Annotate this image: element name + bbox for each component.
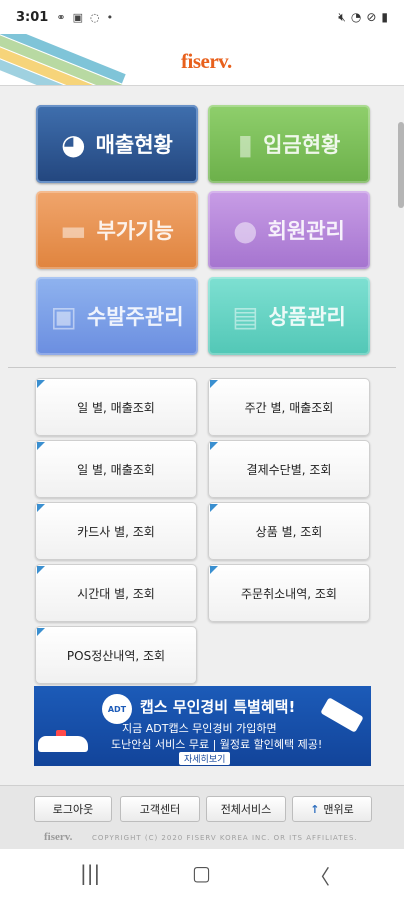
tile-member-management[interactable]: ● 회원관리: [208, 191, 370, 269]
tile-order-management[interactable]: ▣ 수발주관리: [36, 277, 198, 355]
logout-label: 로그아웃: [52, 803, 94, 816]
dot-icon: •: [106, 10, 114, 24]
corner-marker-icon: [37, 566, 45, 574]
logout-button[interactable]: 로그아웃: [34, 796, 112, 822]
tile-label: 상품관리: [268, 305, 346, 329]
card-company-button[interactable]: 카드사 별, 조회: [35, 502, 197, 560]
tile-label: 회원관리: [267, 219, 345, 243]
back-icon[interactable]: 〈: [310, 861, 330, 890]
tile-label: 매출현황: [95, 133, 173, 157]
arrow-up-icon: ↑: [310, 802, 320, 816]
corner-marker-icon: [37, 504, 45, 512]
corner-marker-icon: [210, 504, 218, 512]
box-icon: ▣: [50, 299, 77, 333]
status-bar: 3:01 ⚭ ▣ ◌ • 🔇︎ ◔ ⊘ ▮: [0, 0, 404, 34]
corner-marker-icon: [210, 380, 218, 388]
tile-label: 부가기능: [96, 219, 174, 243]
button-label: 일 별, 매출조회: [77, 462, 155, 477]
tile-label: 수발주관리: [86, 305, 184, 329]
status-time: 3:01: [16, 9, 49, 25]
ad-text-2: 도난안심 서비스 무료 | 월정료 할인혜택 제공!: [111, 738, 323, 751]
corner-marker-icon: [210, 566, 218, 574]
order-cancel-button[interactable]: 주문취소내역, 조회: [208, 564, 370, 622]
person-icon: ●: [233, 213, 258, 247]
all-services-label: 전체서비스: [220, 803, 272, 816]
tile-sales-status[interactable]: ◕ 매출현황: [36, 105, 198, 183]
tile-product-management[interactable]: ▤ 상품관리: [208, 277, 370, 355]
button-label: 일 별, 매출조회: [77, 400, 155, 415]
button-label: 주간 별, 매출조회: [244, 400, 334, 415]
mute-icon: 🔇︎: [338, 9, 346, 24]
daily-sales-button-2[interactable]: 일 별, 매출조회: [35, 440, 197, 498]
corner-marker-icon: [210, 442, 218, 450]
button-label: 상품 별, 조회: [255, 524, 323, 539]
button-label: 카드사 별, 조회: [77, 524, 155, 539]
sync-icon: ◌: [89, 10, 100, 24]
ad-headline: 캡스 무인경비 특별혜택!: [140, 698, 296, 716]
corner-marker-icon: [37, 628, 45, 636]
system-nav-bar: ||| ▢ 〈: [0, 849, 404, 900]
customer-center-label: 고객센터: [139, 803, 181, 816]
document-icon: ▤: [232, 299, 259, 333]
footer-logo: fiserv.: [44, 831, 73, 843]
recent-apps-icon[interactable]: |||: [80, 861, 100, 885]
ad-banner[interactable]: ADT 캡스 무인경비 특별혜택! 지금 ADT캡스 무인경비 가입하면 도난안…: [34, 686, 371, 766]
tile-extra-functions[interactable]: ▬ 부가기능: [36, 191, 198, 269]
dnd-icon: ⊘: [366, 9, 377, 24]
corner-marker-icon: [37, 442, 45, 450]
button-label: 주문취소내역, 조회: [241, 586, 337, 601]
section-divider: [8, 367, 396, 368]
siren-icon: [56, 730, 66, 736]
button-label: POS정산내역, 조회: [66, 648, 166, 663]
corner-marker-icon: [37, 380, 45, 388]
button-label: 결제수단별, 조회: [246, 462, 332, 477]
all-services-button[interactable]: 전체서비스: [206, 796, 286, 822]
tile-label: 입금현황: [263, 133, 341, 157]
button-label: 시간대 별, 조회: [77, 586, 155, 601]
folder-icon: ▬: [60, 213, 87, 247]
time-slot-button[interactable]: 시간대 별, 조회: [35, 564, 197, 622]
copyright-text: COPYRIGHT (C) 2020 FISERV KOREA INC. OR …: [92, 834, 358, 842]
cctv-camera-icon: [320, 697, 364, 733]
scroll-top-button[interactable]: ↑ 맨위로: [292, 796, 372, 822]
customer-center-button[interactable]: 고객센터: [120, 796, 200, 822]
wifi-icon: ◔: [350, 9, 362, 24]
payment-method-button[interactable]: 결제수단별, 조회: [208, 440, 370, 498]
product-button[interactable]: 상품 별, 조회: [208, 502, 370, 560]
footer: 로그아웃 고객센터 전체서비스 ↑ 맨위로 fiserv. COPYRIGHT …: [0, 785, 404, 849]
tile-deposit-status[interactable]: ▮ 입금현황: [208, 105, 370, 183]
app-header: fiserv.: [0, 34, 404, 86]
home-icon[interactable]: ▢: [192, 861, 211, 885]
scroll-top-label: 맨위로: [323, 803, 354, 816]
patrol-car-icon: [38, 736, 88, 752]
battery-icon: ▮: [381, 9, 388, 24]
ad-more-button[interactable]: 자세히보기: [179, 752, 231, 765]
bar-chart-icon: ▮: [237, 127, 254, 161]
fiserv-logo[interactable]: fiserv.: [181, 49, 232, 74]
daily-sales-button[interactable]: 일 별, 매출조회: [35, 378, 197, 436]
voicemail-icon: ⚭: [56, 10, 66, 24]
scrollbar-thumb[interactable]: [398, 122, 404, 208]
ad-text-1: 지금 ADT캡스 무인경비 가입하면: [122, 722, 277, 735]
weekly-sales-button[interactable]: 주간 별, 매출조회: [208, 378, 370, 436]
pie-chart-icon: ◕: [61, 127, 86, 161]
pos-settlement-button[interactable]: POS정산내역, 조회: [35, 626, 197, 684]
gallery-icon: ▣: [72, 10, 83, 24]
